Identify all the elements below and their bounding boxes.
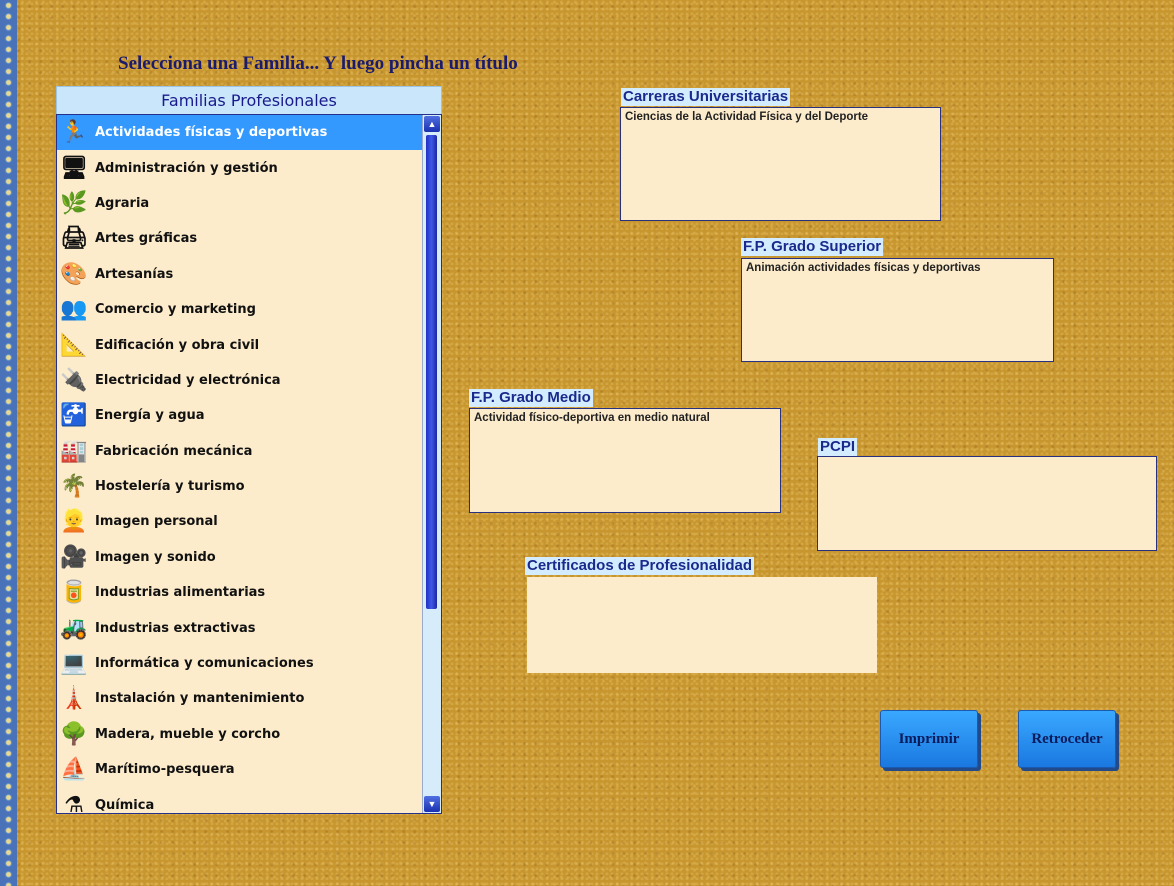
pcpi-label: PCPI [818, 438, 858, 456]
family-label: Energía y agua [95, 408, 205, 424]
fp-medio-label: F.P. Grado Medio [469, 389, 593, 407]
family-item[interactable]: ⛵ Marítimo-pesquera [57, 752, 423, 787]
scroll-thumb[interactable] [426, 135, 437, 609]
construction-tools-icon: 📐 [60, 332, 88, 358]
family-item[interactable]: 🚰 Energía y agua [57, 398, 423, 433]
family-item[interactable]: 🖨 Artes gráficas [57, 221, 423, 256]
family-label: Fabricación mecánica [95, 443, 253, 459]
electric-plug-icon: 🔌 [60, 367, 88, 393]
family-label: Administración y gestión [95, 160, 278, 176]
family-label: Electricidad y electrónica [95, 372, 281, 388]
carreras-listbox[interactable]: Ciencias de la Actividad Física y del De… [620, 107, 941, 221]
family-item[interactable]: 🗼 Instalación y mantenimiento [57, 681, 423, 716]
family-item[interactable]: 🎥 Imagen y sonido [57, 540, 423, 575]
family-item[interactable]: 🌴 Hostelería y turismo [57, 469, 423, 504]
family-label: Industrias alimentarias [95, 585, 266, 601]
family-label: Industrias extractivas [95, 620, 256, 636]
family-label: Agraria [95, 195, 150, 211]
tree-icon: 🌳 [60, 721, 88, 747]
back-button[interactable]: Retroceder [1018, 710, 1116, 768]
scroll-down-arrow-icon[interactable]: ▼ [424, 796, 440, 812]
instruction-heading: Selecciona una Familia... Y luego pincha… [118, 53, 518, 74]
carreras-label: Carreras Universitarias [621, 88, 791, 106]
family-label: Artesanías [95, 266, 174, 282]
scroll-up-arrow-icon[interactable]: ▲ [424, 116, 440, 132]
families-panel: Familias Profesionales 🏃 Actividades físi… [56, 86, 442, 814]
family-label: Instalación y mantenimiento [95, 691, 305, 707]
family-item[interactable]: 🚜 Industrias extractivas [57, 610, 423, 645]
utility-pole-icon: 🗼 [60, 686, 88, 712]
family-item[interactable]: ⚗ Química [57, 787, 423, 814]
fp-superior-listbox[interactable]: Animación actividades físicas y deportiv… [741, 258, 1054, 362]
runner-icon: 🏃 [60, 120, 88, 146]
families-scrollbar[interactable]: ▲ ▼ [422, 115, 441, 813]
chemistry-flask-icon: ⚗ [64, 792, 84, 814]
family-item[interactable]: 🥫 Industrias alimentarias [57, 575, 423, 610]
family-item[interactable]: 🖥 Administración y gestión [57, 150, 423, 185]
business-people-icon: 👥 [60, 297, 88, 323]
family-label: Hostelería y turismo [95, 479, 245, 495]
family-item[interactable]: 📐 Edificación y obra civil [57, 327, 423, 362]
food-cans-icon: 🥫 [60, 580, 88, 606]
family-item[interactable]: 👱 Imagen personal [57, 504, 423, 539]
certificados-label: Certificados de Profesionalidad [525, 557, 755, 575]
families-items: 🏃 Actividades físicas y deportivas 🖥 Admini… [57, 115, 441, 814]
family-label: Informática y comunicaciones [95, 656, 314, 672]
factory-icon: 🏭 [60, 438, 88, 464]
palm-tree-icon: 🌴 [60, 474, 88, 500]
families-listbox[interactable]: 🏃 Actividades físicas y deportivas 🖥 Admini… [56, 114, 442, 814]
fp-superior-item[interactable]: Animación actividades físicas y deportiv… [746, 262, 1049, 274]
family-label: Edificación y obra civil [95, 337, 260, 353]
family-item[interactable]: 👥 Comercio y marketing [57, 292, 423, 327]
plants-icon: 🌿 [60, 190, 88, 216]
printing-icon: 🖨 [60, 226, 88, 252]
family-label: Química [95, 797, 155, 813]
ship-icon: ⛵ [60, 757, 88, 783]
family-label: Imagen personal [95, 514, 218, 530]
computer-office-icon: 🖥 [60, 155, 88, 181]
family-item[interactable]: 🏭 Fabricación mecánica [57, 434, 423, 469]
family-label: Actividades físicas y deportivas [95, 125, 328, 141]
fp-superior-label: F.P. Grado Superior [741, 238, 884, 256]
family-label: Madera, mueble y corcho [95, 726, 281, 742]
family-item[interactable]: 🎨 Artesanías [57, 257, 423, 292]
decorative-left-border [0, 0, 17, 886]
family-label: Comercio y marketing [95, 302, 256, 318]
carreras-item[interactable]: Ciencias de la Actividad Física y del De… [625, 111, 936, 123]
fp-medio-listbox[interactable]: Actividad físico-deportiva en medio natu… [469, 408, 781, 513]
families-header: Familias Profesionales [56, 86, 442, 115]
certificados-listbox[interactable] [527, 577, 877, 673]
family-item[interactable]: 💻 Informática y comunicaciones [57, 646, 423, 681]
family-item[interactable]: 🔌 Electricidad y electrónica [57, 363, 423, 398]
family-item[interactable]: 🌿 Agraria [57, 186, 423, 221]
print-button[interactable]: Imprimir [880, 710, 978, 768]
pcpi-listbox[interactable] [817, 456, 1157, 551]
blonde-woman-icon: 👱 [60, 509, 88, 535]
computer-icon: 💻 [60, 651, 88, 677]
fp-medio-item[interactable]: Actividad físico-deportiva en medio natu… [474, 412, 776, 424]
video-camera-icon: 🎥 [60, 544, 88, 570]
family-item[interactable]: 🏃 Actividades físicas y deportivas [57, 115, 423, 151]
family-label: Marítimo-pesquera [95, 762, 235, 778]
water-tap-icon: 🚰 [60, 403, 88, 429]
family-label: Imagen y sonido [95, 549, 216, 565]
family-label: Artes gráficas [95, 231, 198, 247]
palette-icon: 🎨 [60, 261, 88, 287]
excavator-icon: 🚜 [60, 615, 88, 641]
family-item[interactable]: 🌳 Madera, mueble y corcho [57, 717, 423, 752]
